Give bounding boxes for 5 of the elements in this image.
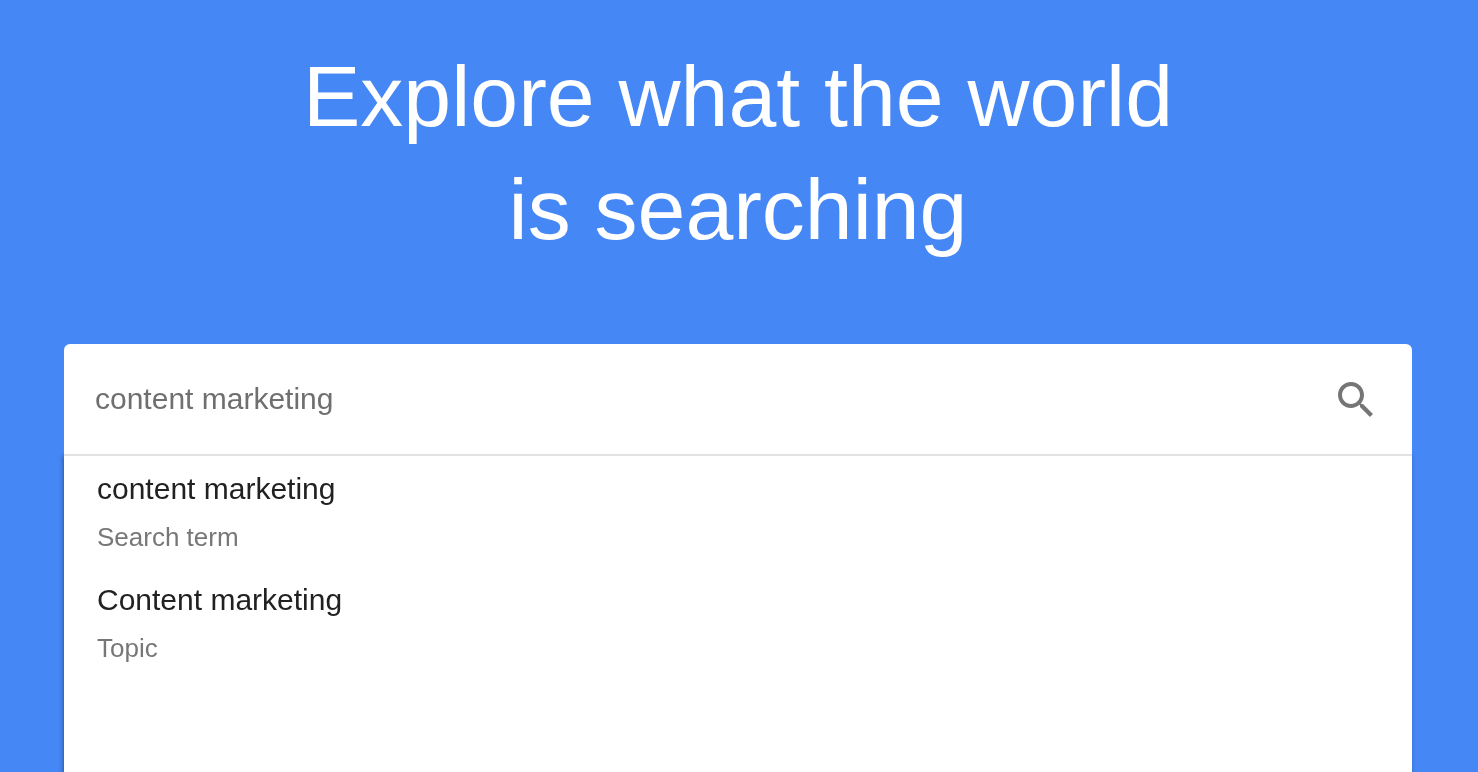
search-field[interactable]: content marketing [64, 344, 1412, 454]
suggestion-item[interactable]: Content marketing Topic [64, 567, 1412, 678]
suggestion-item[interactable]: content marketing Search term [64, 456, 1412, 567]
page-heading: Explore what the world is searching [302, 47, 1174, 259]
search-icon[interactable] [1338, 382, 1373, 417]
